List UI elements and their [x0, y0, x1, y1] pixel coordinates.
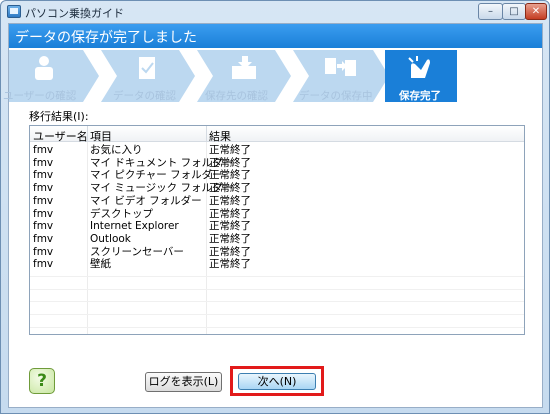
grid-line [30, 326, 524, 328]
step-label: 保存完了 [399, 90, 441, 102]
app-window: パソコン乗換ガイド – □ ✕ データの保存が完了しました ユーザーの確認 デー… [0, 0, 550, 414]
column-header-user[interactable]: ユーザー名 [33, 128, 88, 144]
step-label: データの確認 [113, 90, 176, 102]
step-saving: データの保存中 [293, 50, 389, 102]
window-title: パソコン乗換ガイド [25, 7, 124, 20]
result-table[interactable]: ユーザー名 項目 結果 fmv お気に入り 正常終了 fmv マイ ドキュメント フォル… [29, 125, 525, 335]
copy-icon [323, 54, 356, 82]
app-icon [7, 5, 21, 18]
help-button[interactable]: ? [29, 368, 55, 394]
user-icon [29, 54, 59, 82]
grid-line [30, 301, 524, 303]
save-destination-icon [229, 54, 259, 82]
step-data-confirm: データの確認 [101, 50, 195, 102]
document-check-icon [133, 54, 163, 82]
page-title: データの保存が完了しました [15, 30, 197, 46]
grid-line [30, 276, 524, 277]
table-header: ユーザー名 項目 結果 [30, 126, 524, 144]
column-header-item[interactable]: 項目 [90, 128, 112, 144]
column-divider[interactable] [87, 126, 88, 142]
close-button[interactable]: ✕ [525, 3, 547, 20]
cell-status: 正常終了 [209, 258, 251, 271]
step-user-confirm: ユーザーの確認 [3, 50, 99, 102]
clapping-hands-icon [405, 54, 435, 82]
minimize-button[interactable]: – [478, 3, 503, 20]
step-save-complete: 保存完了 [385, 50, 457, 102]
step-destination-confirm: 保存先の確認 [197, 50, 291, 102]
table-row[interactable]: fmv 壁紙 正常終了 [30, 257, 524, 271]
grid-line [30, 288, 524, 290]
maximize-button[interactable]: □ [502, 3, 526, 20]
client-area: データの保存が完了しました ユーザーの確認 データの確認 保存先の確認 データの… [3, 23, 543, 408]
highlight-frame: 次へ(N) [230, 366, 324, 396]
title-bar[interactable]: パソコン乗換ガイド – □ ✕ [1, 1, 549, 23]
step-label: データの保存中 [299, 90, 373, 102]
cell-item: 壁紙 [90, 258, 111, 271]
header-bar: データの保存が完了しました [9, 24, 542, 48]
column-header-result[interactable]: 結果 [209, 128, 231, 144]
column-divider[interactable] [206, 126, 207, 142]
grid-line [30, 314, 524, 316]
cell-user: fmv [33, 258, 54, 271]
show-log-button[interactable]: ログを表示(L) [145, 372, 222, 392]
step-label: 保存先の確認 [205, 90, 268, 102]
step-label: ユーザーの確認 [3, 90, 77, 102]
next-button[interactable]: 次へ(N) [238, 373, 316, 390]
footer: ? ログを表示(L) 次へ(N) [9, 364, 542, 408]
step-progress: ユーザーの確認 データの確認 保存先の確認 データの保存中 保存完了 [3, 48, 542, 104]
result-label: 移行結果(I): [29, 110, 89, 123]
